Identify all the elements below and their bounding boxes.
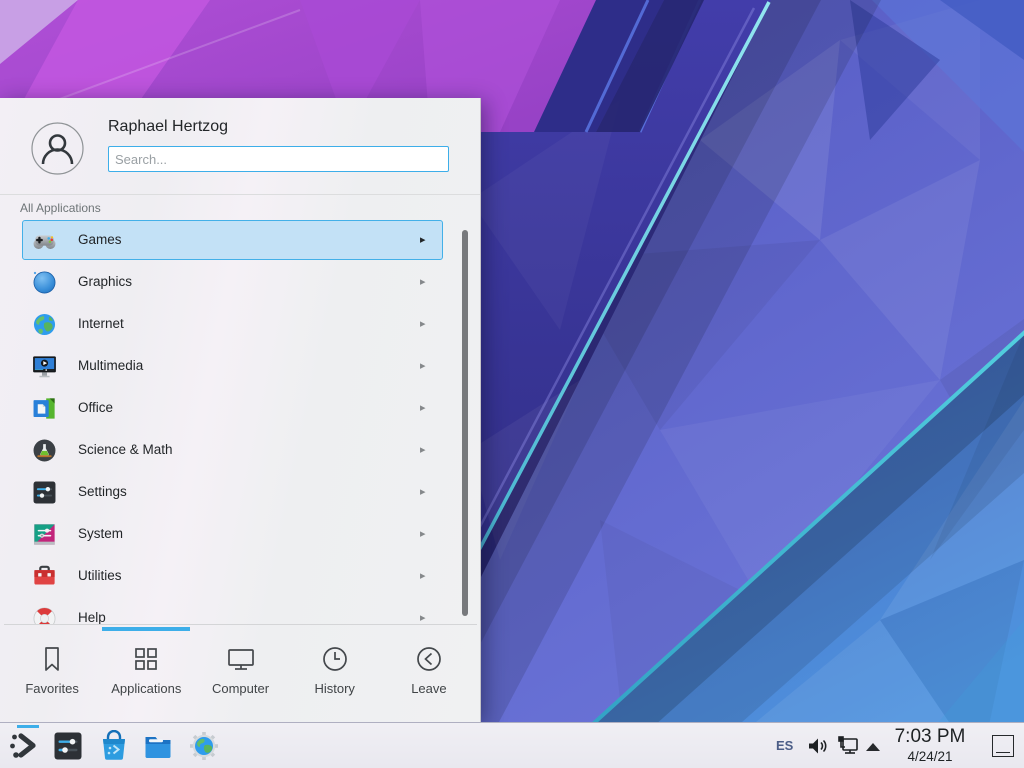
list-item-label: System bbox=[78, 513, 123, 555]
list-item-settings[interactable]: Settings ▸ bbox=[0, 471, 481, 513]
history-icon bbox=[319, 643, 351, 675]
submenu-arrow-icon: ▸ bbox=[420, 261, 426, 303]
list-item-multimedia[interactable]: Multimedia ▸ bbox=[0, 345, 481, 387]
list-item-games[interactable]: Games ▸ bbox=[0, 219, 481, 261]
web-browser-icon[interactable] bbox=[188, 730, 220, 762]
footer-divider bbox=[4, 624, 477, 625]
list-item-label: Internet bbox=[78, 303, 124, 345]
list-item-label: Utilities bbox=[78, 555, 122, 597]
submenu-arrow-icon: ▸ bbox=[420, 345, 426, 387]
leave-icon bbox=[413, 643, 445, 675]
list-item-label: Settings bbox=[78, 471, 127, 513]
tab-leave[interactable]: Leave bbox=[382, 631, 476, 717]
submenu-arrow-icon: ▸ bbox=[420, 219, 426, 261]
tray-expander-arrow-icon[interactable] bbox=[866, 743, 880, 751]
submenu-arrow-icon: ▸ bbox=[420, 303, 426, 345]
tab-label: Leave bbox=[382, 681, 476, 696]
applications-icon bbox=[130, 643, 162, 675]
submenu-arrow-icon: ▸ bbox=[420, 387, 426, 429]
list-scrollbar[interactable] bbox=[462, 230, 468, 616]
list-item-label: Games bbox=[78, 219, 122, 261]
taskbar-panel: ES 7:03 PM 4/24/21 bbox=[0, 722, 1024, 768]
list-item-office[interactable]: Office ▸ bbox=[0, 387, 481, 429]
clock-time: 7:03 PM bbox=[886, 725, 974, 748]
app-launcher-button[interactable] bbox=[8, 730, 40, 762]
system-icon bbox=[31, 521, 58, 548]
submenu-arrow-icon: ▸ bbox=[420, 429, 426, 471]
science-icon bbox=[31, 437, 58, 464]
digital-clock[interactable]: 7:03 PM 4/24/21 bbox=[886, 725, 974, 765]
submenu-arrow-icon: ▸ bbox=[420, 555, 426, 597]
submenu-arrow-icon: ▸ bbox=[420, 471, 426, 513]
computer-icon bbox=[225, 643, 257, 675]
tab-label: History bbox=[288, 681, 382, 696]
tab-history[interactable]: History bbox=[288, 631, 382, 717]
favorites-icon bbox=[36, 643, 68, 675]
list-item-system[interactable]: System ▸ bbox=[0, 513, 481, 555]
show-desktop-button[interactable] bbox=[992, 735, 1014, 757]
launcher-active-indicator bbox=[17, 725, 39, 728]
clock-date: 4/24/21 bbox=[886, 748, 974, 765]
discover-software-center-icon[interactable] bbox=[98, 730, 130, 762]
category-list: Games ▸ Graphics ▸ bbox=[0, 219, 481, 625]
list-item-graphics[interactable]: Graphics ▸ bbox=[0, 261, 481, 303]
volume-icon[interactable] bbox=[806, 734, 830, 758]
help-icon bbox=[31, 605, 58, 625]
list-item-label: Science & Math bbox=[78, 429, 173, 471]
office-icon bbox=[31, 395, 58, 422]
dolphin-file-manager-icon[interactable] bbox=[142, 730, 174, 762]
list-item-utilities[interactable]: Utilities ▸ bbox=[0, 555, 481, 597]
launcher-header: Raphael Hertzog bbox=[0, 98, 480, 194]
list-item-label: Help bbox=[78, 597, 106, 625]
list-item-label: Graphics bbox=[78, 261, 132, 303]
wired-network-icon[interactable] bbox=[836, 734, 860, 758]
user-name: Raphael Hertzog bbox=[108, 118, 228, 136]
desktop: Raphael Hertzog All Applications bbox=[0, 0, 1024, 768]
tab-computer[interactable]: Computer bbox=[193, 631, 287, 717]
tab-favorites[interactable]: Favorites bbox=[5, 631, 99, 717]
graphics-icon bbox=[31, 269, 58, 296]
submenu-arrow-icon: ▸ bbox=[420, 513, 426, 555]
list-item-science[interactable]: Science & Math ▸ bbox=[0, 429, 481, 471]
launcher-tab-bar: Favorites Applications C bbox=[5, 631, 476, 717]
list-item-label: Office bbox=[78, 387, 113, 429]
multimedia-icon bbox=[31, 353, 58, 380]
search-input[interactable] bbox=[108, 146, 449, 172]
utilities-icon bbox=[31, 563, 58, 590]
keyboard-layout-indicator[interactable]: ES bbox=[776, 723, 793, 768]
list-item-internet[interactable]: Internet ▸ bbox=[0, 303, 481, 345]
games-icon bbox=[31, 227, 58, 254]
tab-label: Favorites bbox=[5, 681, 99, 696]
submenu-arrow-icon: ▸ bbox=[420, 597, 426, 625]
application-launcher-menu: Raphael Hertzog All Applications bbox=[0, 98, 481, 722]
list-item-label: Multimedia bbox=[78, 345, 143, 387]
header-divider bbox=[0, 194, 480, 195]
section-label: All Applications bbox=[20, 201, 101, 215]
settings-icon bbox=[31, 479, 58, 506]
tab-label: Applications bbox=[99, 681, 193, 696]
system-settings-icon[interactable] bbox=[52, 730, 84, 762]
tab-applications[interactable]: Applications bbox=[99, 631, 193, 717]
user-avatar[interactable] bbox=[31, 122, 84, 175]
internet-icon bbox=[31, 311, 58, 338]
tab-label: Computer bbox=[193, 681, 287, 696]
list-item-help[interactable]: Help ▸ bbox=[0, 597, 481, 625]
